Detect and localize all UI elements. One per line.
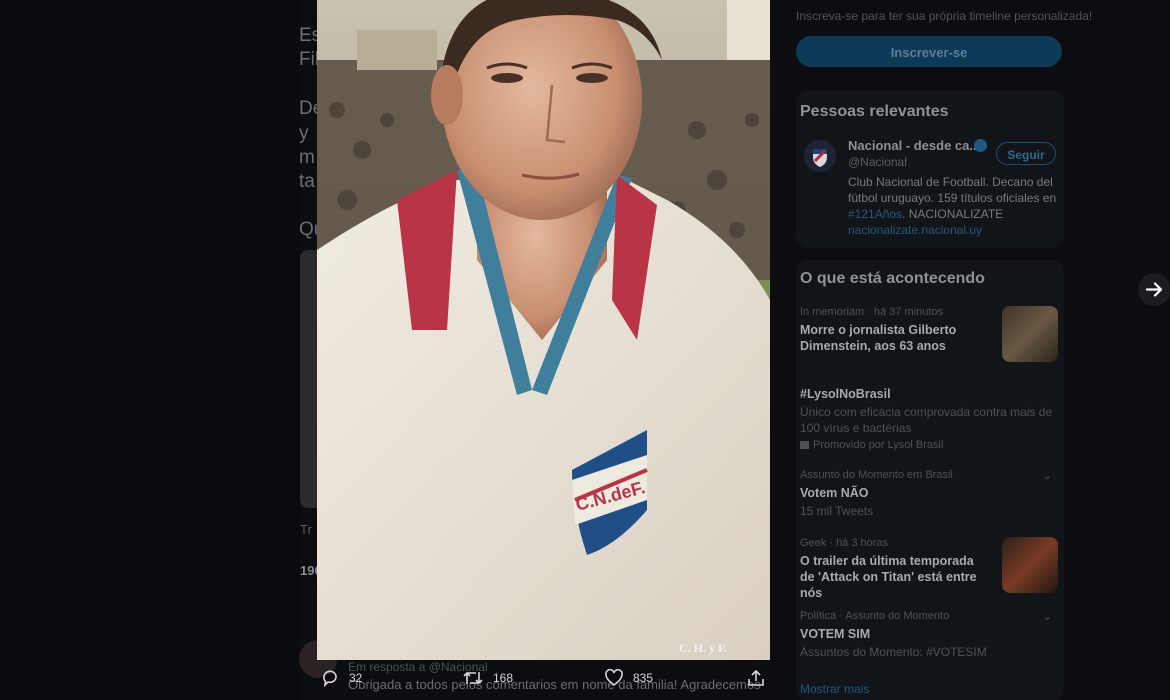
background-text: m	[299, 147, 315, 168]
person-handle[interactable]: @Nacional	[848, 155, 907, 169]
trends-card: O que está acontecendo In memoriam · há …	[796, 260, 1064, 700]
heart-icon	[605, 669, 623, 686]
person-bio: Club Nacional de Football. Decano del fú…	[848, 174, 1058, 222]
bio-text: Club Nacional de Football. Decano del fú…	[848, 175, 1057, 205]
bio-hashtag[interactable]: #121Años	[848, 207, 902, 221]
chevron-down-icon[interactable]: ⌄	[1043, 610, 1052, 623]
background-left-panel	[0, 0, 300, 700]
trend-subtitle: 15 mil Tweets	[800, 504, 874, 518]
trend-item[interactable]: #LysolNoBrasil Único com eficácia compro…	[800, 382, 1058, 451]
trend-meta: Política · Assunto do Momento	[800, 610, 950, 622]
background-text: ta	[299, 171, 315, 192]
trend-item[interactable]: In memoriam · há 37 minutos Morre o jorn…	[800, 306, 1058, 364]
photo-watermark: C. H. y F.	[679, 641, 728, 655]
reply-icon	[323, 670, 337, 687]
trend-thumbnail	[1002, 537, 1058, 593]
trend-promo: Promovido por Lysol Brasil	[800, 439, 1058, 451]
trends-title: O que está acontecendo	[800, 270, 985, 287]
next-image-button[interactable]	[1138, 273, 1170, 306]
like-count: 835	[633, 671, 654, 685]
trend-title: Votem NÃO	[800, 486, 869, 500]
trend-title: O trailer da última temporada de 'Attack…	[800, 554, 977, 600]
promoted-icon	[800, 441, 809, 450]
retweet-button[interactable]: 168	[463, 669, 513, 687]
show-more-link[interactable]: Mostrar mais	[800, 682, 869, 696]
follow-button[interactable]: Seguir	[996, 142, 1056, 165]
reply-count: 32	[349, 671, 363, 685]
trend-title: VOTEM SIM	[800, 627, 871, 641]
like-button[interactable]: 835	[605, 669, 653, 687]
trend-item[interactable]: Geek · há 3 horas O trailer da última te…	[800, 537, 1058, 600]
relevant-people-title: Pessoas relevantes	[800, 103, 949, 120]
person-link[interactable]: nacionalizate.nacional.uy	[848, 223, 982, 237]
retweet-count: 168	[493, 671, 514, 685]
background-text: y	[299, 123, 309, 144]
tweet-actions: 32 168 835	[317, 662, 770, 700]
trend-promo-text: Promovido por Lysol Brasil	[813, 439, 944, 451]
verified-icon	[974, 139, 987, 152]
background-text: Tr	[300, 522, 312, 537]
trend-subtitle: Único com eficácia comprovada contra mai…	[800, 405, 1053, 435]
retweet-icon	[463, 672, 483, 684]
signup-prompt: Inscreva-se para ter sua própria timelin…	[796, 9, 1093, 23]
share-button[interactable]	[747, 669, 775, 687]
person-name[interactable]: Nacional - desde ca...	[848, 138, 980, 153]
trend-title: #LysolNoBrasil	[800, 387, 891, 401]
tweet-photo[interactable]: C.N.deF. C. H. y F.	[317, 0, 770, 660]
trend-meta: Assunto do Momento em Brasil	[800, 469, 953, 481]
arrow-right-icon	[1145, 282, 1163, 297]
relevant-people-card: Pessoas relevantes Nacional - desde ca..…	[796, 90, 1064, 248]
trend-subtitle: Assuntos do Momento: #VOTESIM	[800, 645, 987, 659]
trend-item[interactable]: Política · Assunto do Momento VOTEM SIM …	[800, 610, 1058, 660]
trend-thumbnail	[1002, 306, 1058, 362]
signup-button[interactable]: Inscrever-se	[796, 36, 1062, 67]
reply-button[interactable]: 32	[321, 669, 362, 687]
avatar[interactable]	[804, 140, 836, 172]
right-sidebar: Inscreva-se para ter sua própria timelin…	[796, 0, 1092, 700]
chevron-down-icon[interactable]: ⌄	[1043, 469, 1052, 482]
share-icon	[748, 670, 764, 686]
trend-item[interactable]: Assunto do Momento em Brasil Votem NÃO 1…	[800, 469, 1058, 519]
bio-text: . NACIONALIZATE	[902, 207, 1004, 221]
trend-title: Morre o jornalista Gilberto Dimenstein, …	[800, 323, 957, 353]
